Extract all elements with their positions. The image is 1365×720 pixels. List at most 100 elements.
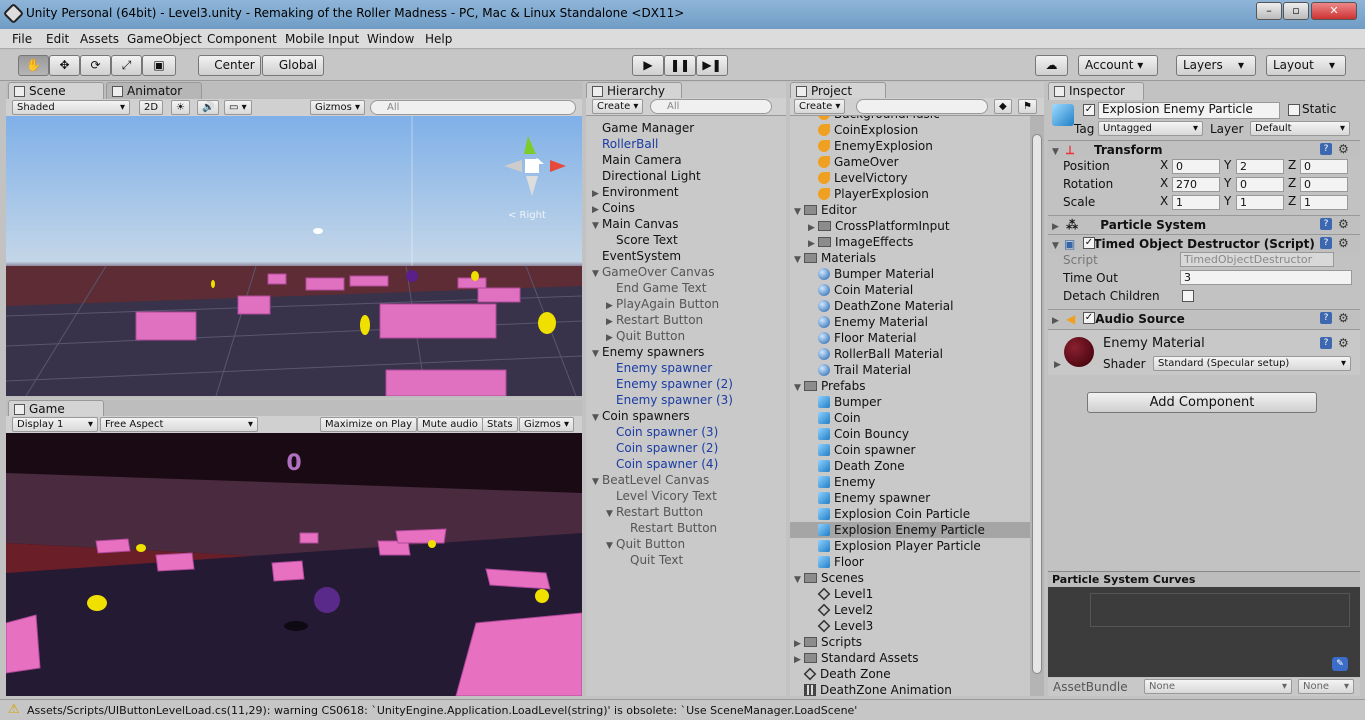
project-item[interactable]: Explosion Player Particle <box>790 538 1030 554</box>
hierarchy-item[interactable]: Enemy spawner <box>586 360 786 376</box>
hierarchy-item[interactable]: Directional Light <box>586 168 786 184</box>
project-create-button[interactable]: Create ▾ <box>794 99 846 114</box>
hierarchy-item[interactable]: ▶ Restart Button <box>586 312 786 328</box>
rect-tool-icon[interactable]: ▣ <box>142 55 176 76</box>
scene-viewport[interactable]: < Right <box>6 116 582 396</box>
maximize-button[interactable]: ▫ <box>1283 2 1309 20</box>
menu-file[interactable]: File <box>12 32 32 46</box>
scale-y-input[interactable]: 1 <box>1236 195 1284 210</box>
rotation-z-input[interactable]: 0 <box>1300 177 1348 192</box>
effects-icon[interactable]: ▭ ▾ <box>224 100 252 115</box>
hierarchy-item[interactable]: Restart Button <box>586 520 786 536</box>
rotate-tool-icon[interactable]: ⟳ <box>80 55 111 76</box>
object-name-field[interactable]: Explosion Enemy Particle <box>1098 102 1280 119</box>
menu-assets[interactable]: Assets <box>80 32 119 46</box>
hierarchy-item[interactable]: ▼ Enemy spawners <box>586 344 786 360</box>
play-button[interactable]: ▶ <box>632 55 664 76</box>
transform-gear-icon[interactable]: ⚙ <box>1338 143 1350 155</box>
menu-gameobject[interactable]: GameObject <box>127 32 202 46</box>
assetbundle-dropdown[interactable]: None ▾ <box>1144 679 1292 694</box>
layout-dropdown[interactable]: Layout ▾ <box>1266 55 1346 76</box>
hierarchy-item[interactable]: EventSystem <box>586 248 786 264</box>
project-item[interactable]: Death Zone <box>790 458 1030 474</box>
hierarchy-search-input[interactable]: All <box>650 99 772 114</box>
project-item[interactable]: ▶ Scripts <box>790 634 1030 650</box>
stats-toggle[interactable]: Stats <box>482 417 518 432</box>
menu-help[interactable]: Help <box>425 32 452 46</box>
tag-icon[interactable]: ✎ <box>1332 657 1348 671</box>
pivot-global-toggle[interactable]: Global <box>262 55 324 76</box>
project-item[interactable]: LevelVictory <box>790 170 1030 186</box>
tag-dropdown[interactable]: Untagged ▾ <box>1098 121 1203 136</box>
project-item[interactable]: RollerBall Material <box>790 346 1030 362</box>
add-component-button[interactable]: Add Component <box>1087 392 1317 413</box>
project-item[interactable]: Level2 <box>790 602 1030 618</box>
hierarchy-item[interactable]: ▼ Quit Button <box>586 536 786 552</box>
move-tool-icon[interactable]: ✥ <box>49 55 80 76</box>
rotation-x-input[interactable]: 270 <box>1172 177 1220 192</box>
project-item[interactable]: Floor <box>790 554 1030 570</box>
aspect-dropdown[interactable]: Free Aspect ▾ <box>100 417 258 432</box>
project-item[interactable]: Floor Material <box>790 330 1030 346</box>
hierarchy-item[interactable]: Score Text <box>586 232 786 248</box>
hierarchy-item[interactable]: Game Manager <box>586 120 786 136</box>
object-active-checkbox[interactable]: ✓ <box>1083 104 1095 116</box>
hierarchy-item[interactable]: ▼ Coin spawners <box>586 408 786 424</box>
scene-search-input[interactable]: All <box>370 100 576 115</box>
particle-system-header[interactable]: ▶ ⁂ Particle System <box>1048 215 1360 234</box>
shader-dropdown[interactable]: Standard (Specular setup) ▾ <box>1153 356 1351 371</box>
transform-help-icon[interactable]: ? <box>1320 143 1332 155</box>
project-item[interactable]: Enemy <box>790 474 1030 490</box>
minimize-button[interactable]: – <box>1256 2 1282 20</box>
destructor-help-icon[interactable]: ? <box>1320 237 1332 249</box>
project-item[interactable]: CoinExplosion <box>790 122 1030 138</box>
project-item[interactable]: ▼ Scenes <box>790 570 1030 586</box>
project-item[interactable]: ▶ Standard Assets <box>790 650 1030 666</box>
project-item[interactable]: Explosion Coin Particle <box>790 506 1030 522</box>
tab-animator[interactable]: Animator <box>106 82 202 100</box>
assetbundle-variant-dropdown[interactable]: None ▾ <box>1298 679 1354 694</box>
project-item[interactable]: Level1 <box>790 586 1030 602</box>
game-viewport[interactable]: 0 <box>6 433 582 696</box>
lighting-icon[interactable]: ☀ <box>171 100 190 115</box>
destructor-enabled-checkbox[interactable]: ✓ <box>1083 237 1095 249</box>
project-item[interactable]: ▼ Prefabs <box>790 378 1030 394</box>
hierarchy-item[interactable]: End Game Text <box>586 280 786 296</box>
material-gear-icon[interactable]: ⚙ <box>1338 337 1350 349</box>
project-item[interactable]: ▶ CrossPlatformInput <box>790 218 1030 234</box>
material-foldout-icon[interactable]: ▶ <box>1054 360 1061 370</box>
audio-toggle-icon[interactable]: 🔊 <box>197 100 220 115</box>
project-item[interactable]: Coin spawner <box>790 442 1030 458</box>
position-z-input[interactable]: 0 <box>1300 159 1348 174</box>
layers-dropdown[interactable]: Layers ▾ <box>1176 55 1256 76</box>
project-item[interactable]: Explosion Enemy Particle <box>790 522 1030 538</box>
particle-help-icon[interactable]: ? <box>1320 218 1332 230</box>
audio-help-icon[interactable]: ? <box>1320 312 1332 324</box>
pause-button[interactable]: ❚❚ <box>664 55 696 76</box>
project-item[interactable]: ▼ Materials <box>790 250 1030 266</box>
detach-children-checkbox[interactable] <box>1182 290 1194 302</box>
layer-dropdown[interactable]: Default ▾ <box>1250 121 1350 136</box>
hierarchy-item[interactable]: ▶ PlayAgain Button <box>586 296 786 312</box>
static-checkbox[interactable] <box>1288 104 1300 116</box>
status-bar[interactable]: ⚠ Assets/Scripts/UIButtonLevelLoad.cs(11… <box>0 699 1365 720</box>
shading-dropdown[interactable]: Shaded ▾ <box>12 100 130 115</box>
scale-z-input[interactable]: 1 <box>1300 195 1348 210</box>
hierarchy-item[interactable]: ▼ GameOver Canvas <box>586 264 786 280</box>
project-item[interactable]: DeathZone Animation <box>790 682 1030 696</box>
menu-mobile-input[interactable]: Mobile Input <box>285 32 359 46</box>
scale-x-input[interactable]: 1 <box>1172 195 1220 210</box>
pivot-center-toggle[interactable]: Center <box>198 55 261 76</box>
menu-edit[interactable]: Edit <box>46 32 69 46</box>
hierarchy-item[interactable]: ▶ Quit Button <box>586 328 786 344</box>
hierarchy-item[interactable]: Enemy spawner (2) <box>586 376 786 392</box>
hand-tool-icon[interactable]: ✋ <box>18 55 49 76</box>
project-item[interactable]: Trail Material <box>790 362 1030 378</box>
maximize-on-play-toggle[interactable]: Maximize on Play <box>320 417 418 432</box>
account-dropdown[interactable]: Account ▾ <box>1078 55 1158 76</box>
project-item[interactable]: Coin <box>790 410 1030 426</box>
hierarchy-item[interactable]: Enemy spawner (3) <box>586 392 786 408</box>
filter-label-icon[interactable]: ⚑ <box>1018 99 1037 114</box>
audio-gear-icon[interactable]: ⚙ <box>1338 312 1350 324</box>
hierarchy-item[interactable]: ▶ Environment <box>586 184 786 200</box>
